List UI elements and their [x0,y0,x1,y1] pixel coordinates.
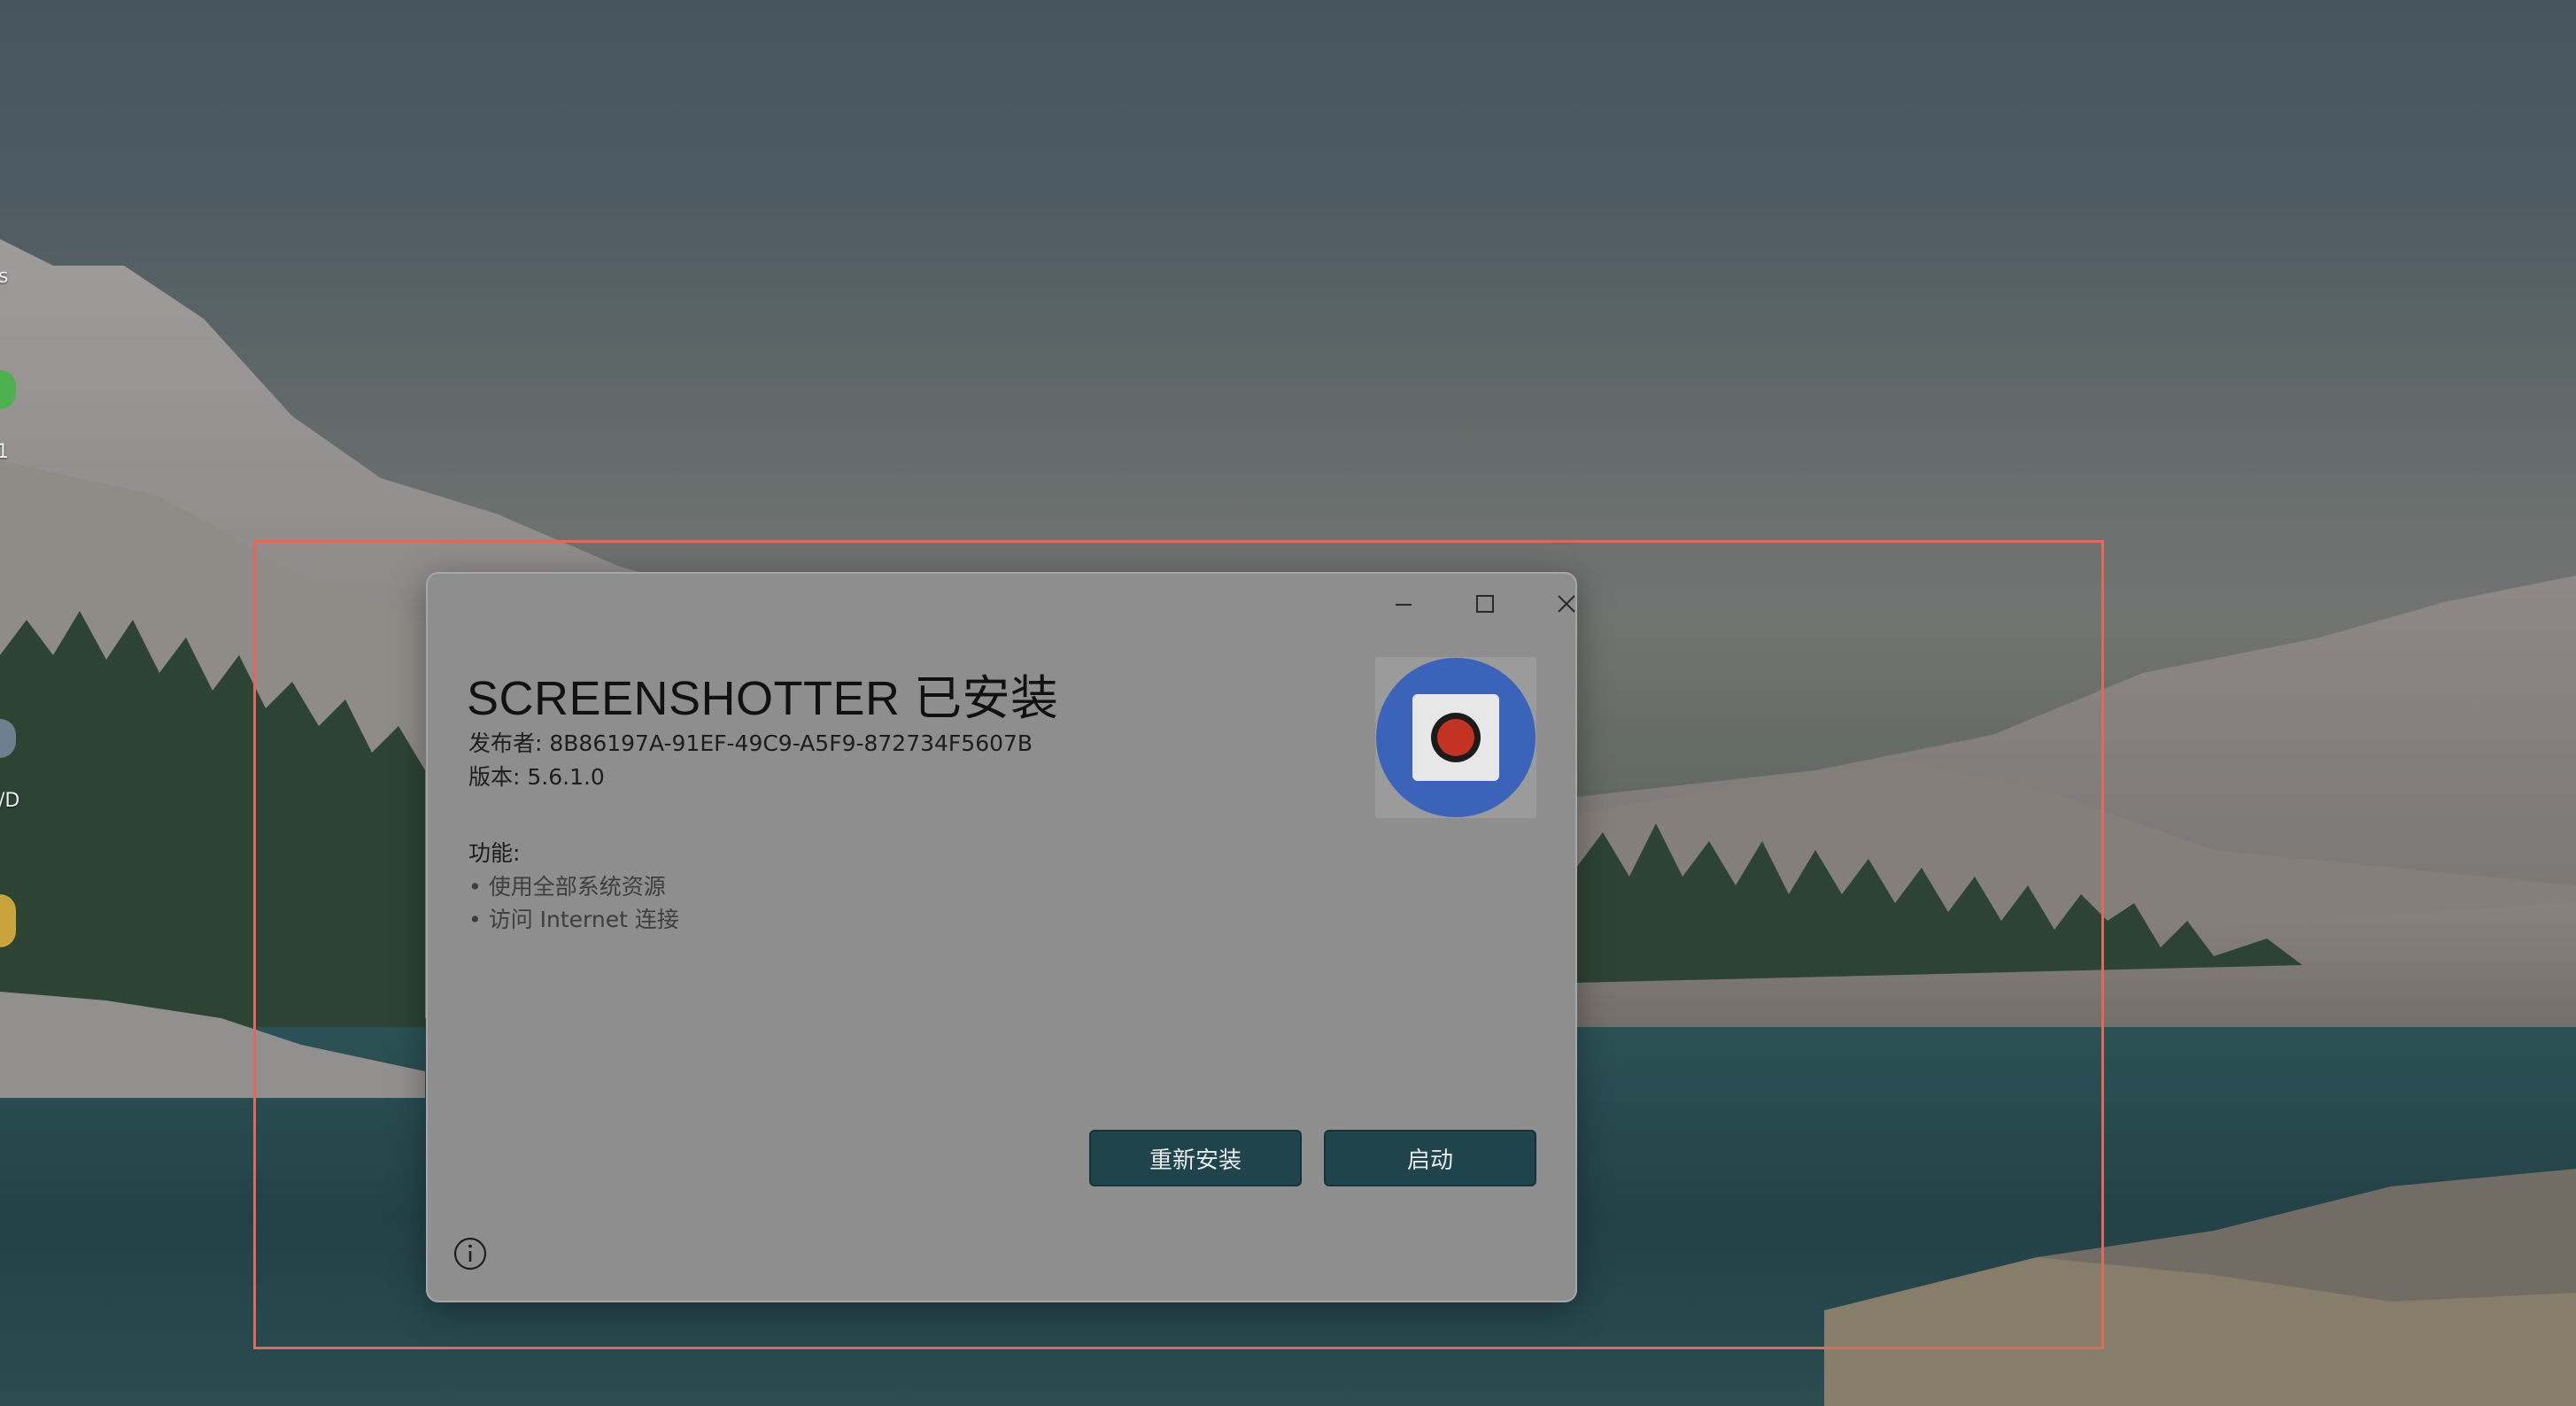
maximize-icon [1476,595,1494,613]
minimize-button[interactable] [1372,581,1435,627]
installer-title: SCREENSHOTTER 已安装 [467,672,1059,725]
version-text: 版本: 5.6.1.0 [468,764,605,790]
app-installer-dialog: SCREENSHOTTER 已安装 发布者: 8B86197A-91EF-49C… [426,572,1577,1302]
close-icon [1558,595,1575,613]
desktop-app-icon[interactable] [0,894,16,947]
reinstall-button[interactable]: 重新安装 [1089,1130,1302,1186]
capability-item: • 使用全部系统资源 [468,874,666,900]
info-icon[interactable] [453,1236,488,1271]
app-logo [1375,657,1536,818]
desktop-icon-label[interactable]: s [0,266,8,288]
launch-button[interactable]: 启动 [1324,1130,1536,1186]
close-button[interactable] [1535,581,1598,627]
publisher-text: 发布者: 8B86197A-91EF-49C9-A5F9-872734F5607… [468,730,1033,756]
maximize-button[interactable] [1453,581,1517,627]
desktop-icon-label[interactable]: /D [0,790,19,812]
desktop-icon-label[interactable]: 1 [0,441,9,463]
capabilities-heading: 功能: [468,840,521,866]
capability-item: • 访问 Internet 连接 [468,907,679,932]
minimize-icon [1396,604,1412,606]
record-icon [1376,658,1536,817]
